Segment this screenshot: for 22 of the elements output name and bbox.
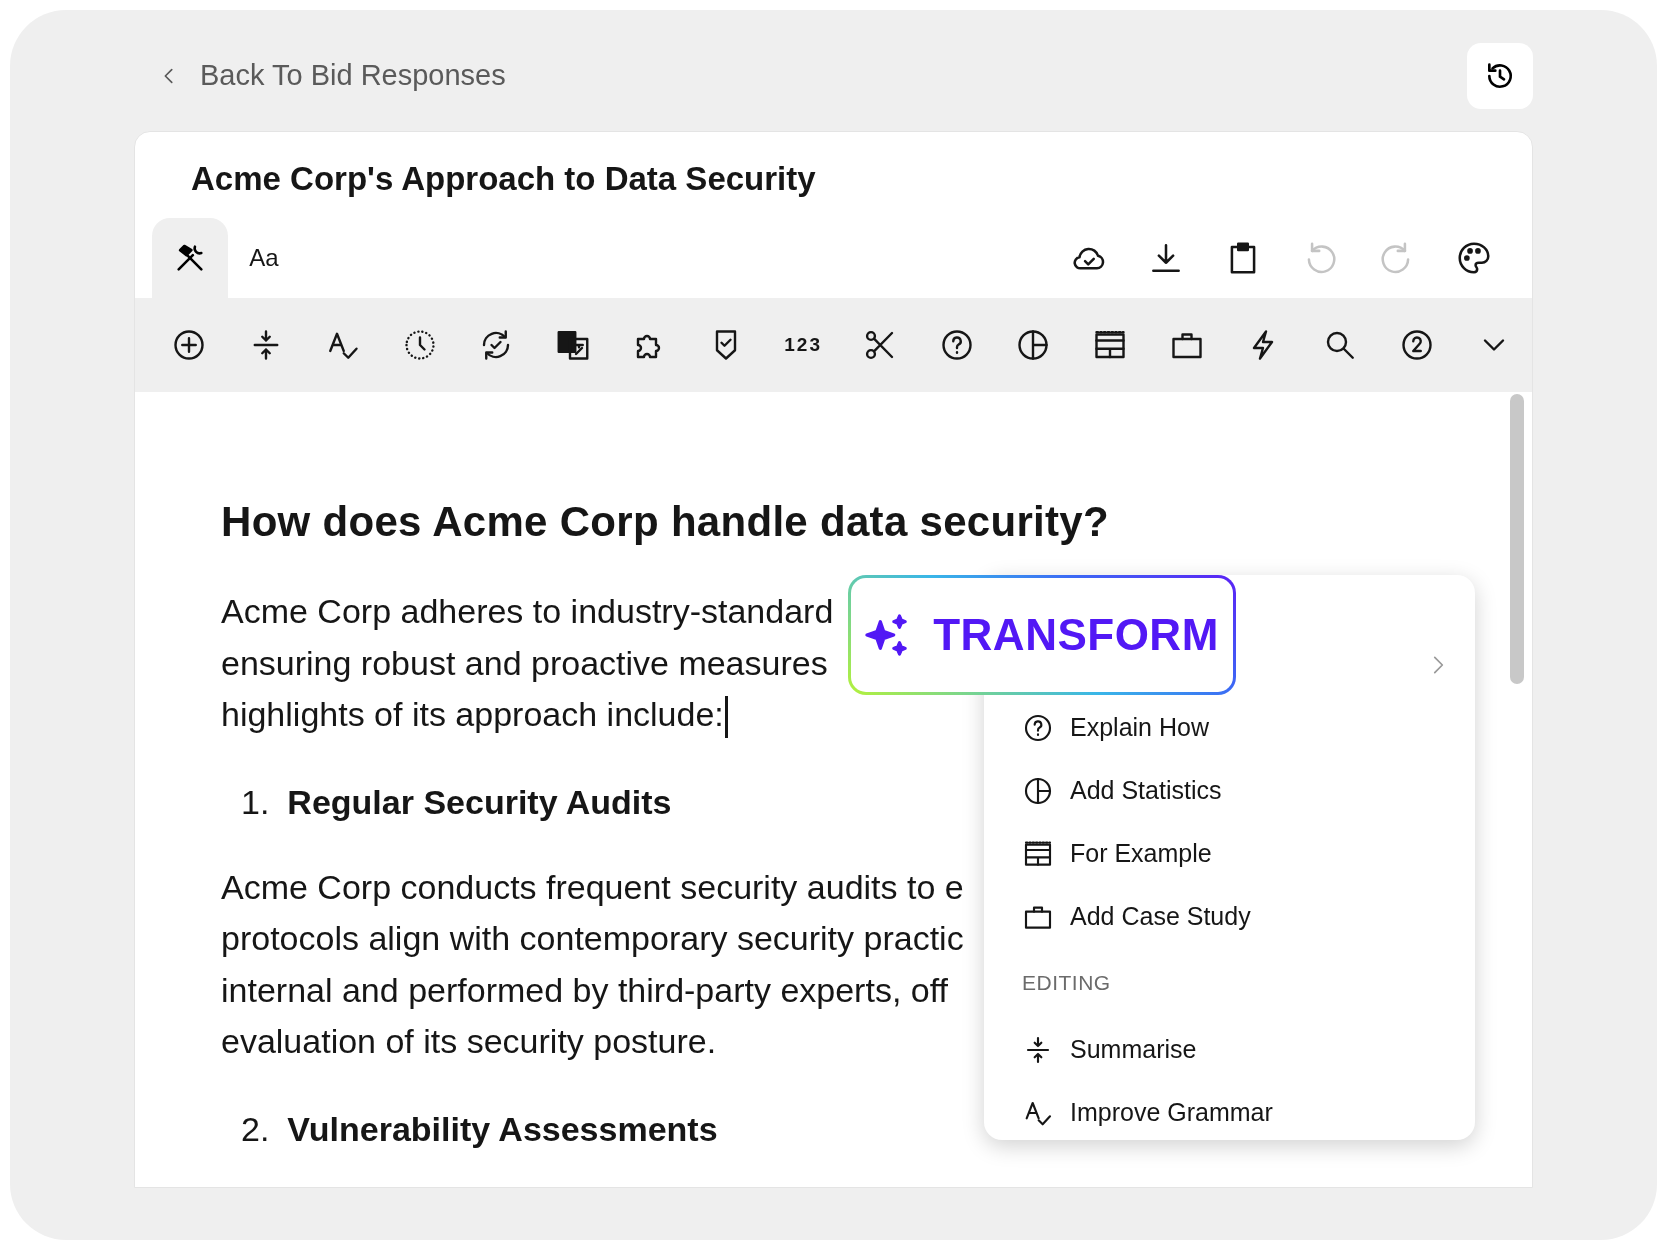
list-item-title: Vulnerability Assessments bbox=[287, 1109, 718, 1149]
menu-item[interactable]: For Example bbox=[1022, 822, 1475, 885]
back-link[interactable]: Back To Bid Responses bbox=[134, 59, 506, 92]
list-item-title: Regular Security Audits bbox=[287, 782, 672, 822]
menu-item[interactable]: Improve Grammar bbox=[1022, 1081, 1475, 1140]
transform-popover[interactable]: TRANSFORM bbox=[848, 575, 1236, 695]
menu-section-header: EDITING bbox=[1022, 970, 1112, 996]
history-button[interactable] bbox=[1467, 42, 1533, 109]
menu-item[interactable]: Add Case Study bbox=[1022, 885, 1475, 948]
tools-tab[interactable] bbox=[152, 218, 228, 298]
list-number: 1. bbox=[241, 782, 270, 822]
list-number: 2. bbox=[241, 1109, 270, 1149]
paragraph: Acme Corp conducts frequent security audits to e protocols align with contemporary security practic internal and performed by third-party experts, off evaluation of its security posture. bbox=[221, 866, 964, 1062]
menu-item[interactable]: Explain How bbox=[1022, 696, 1475, 759]
numbering-button[interactable]: 123 bbox=[784, 334, 822, 356]
menu-item[interactable]: Add Statistics bbox=[1022, 759, 1475, 822]
document-title: Acme Corp's Approach to Data Security bbox=[190, 159, 817, 199]
section-heading: How does Acme Corp handle data security? bbox=[221, 498, 1110, 546]
menu-item[interactable]: Summarise bbox=[1022, 1018, 1475, 1081]
scrollbar[interactable] bbox=[1510, 394, 1524, 684]
paragraph: Acme Corp adheres to industry-standard ensuring robust and proactive measures highlights of its approach include: bbox=[221, 586, 834, 741]
text-format-tab[interactable]: Aa bbox=[228, 218, 300, 298]
